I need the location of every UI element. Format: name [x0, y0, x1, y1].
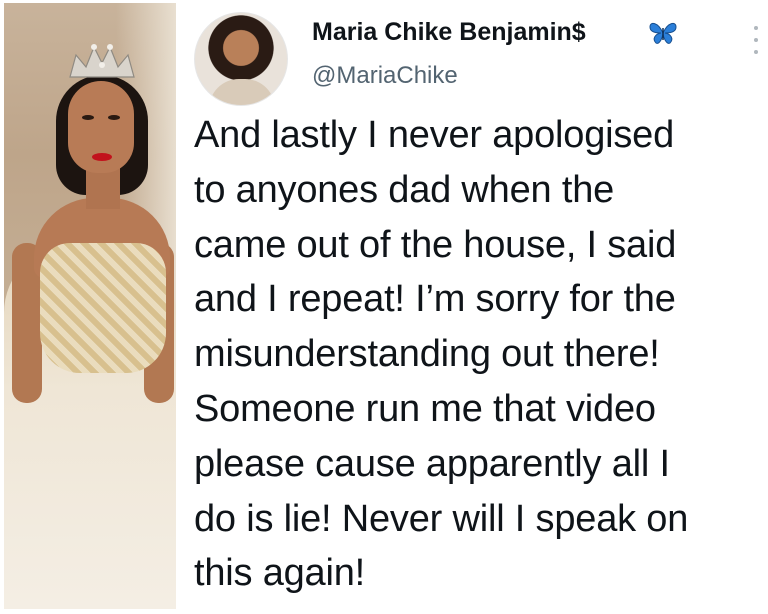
avatar[interactable]	[194, 12, 288, 106]
tweet-line: Someone run me that video	[194, 387, 656, 430]
tweet-line: this again!	[194, 552, 366, 595]
display-name[interactable]: Maria Chike Benjamin$	[312, 18, 586, 47]
avatar-shoulders	[209, 79, 275, 105]
profile-photo	[4, 3, 176, 609]
tweet-line: And lastly I never apologised	[194, 114, 675, 156]
tweet-line: and I repeat! I’m sorry for the	[194, 278, 676, 321]
more-vertical-icon[interactable]	[753, 26, 759, 54]
username-handle[interactable]: @MariaChike	[312, 62, 458, 90]
tweet-line: came out of the house, I said	[194, 223, 677, 266]
tweet-line: to anyones dad when the	[194, 168, 615, 211]
tweet-text: And lastly I never apologised to anyones…	[194, 108, 768, 601]
tweet-line: please cause apparently all I	[194, 442, 670, 485]
photo-bodice	[40, 243, 166, 373]
photo-lips	[92, 153, 112, 161]
tweet-line: misunderstanding out there!	[194, 333, 660, 376]
tweet-line: do is lie! Never will I speak on	[194, 497, 689, 540]
photo-eye-left	[82, 115, 94, 120]
tweet-card: Maria Chike Benjamin$ @MariaChike And la…	[190, 0, 768, 614]
butterfly-icon	[649, 22, 677, 44]
photo-eye-right	[108, 115, 120, 120]
crown-icon	[69, 44, 135, 78]
